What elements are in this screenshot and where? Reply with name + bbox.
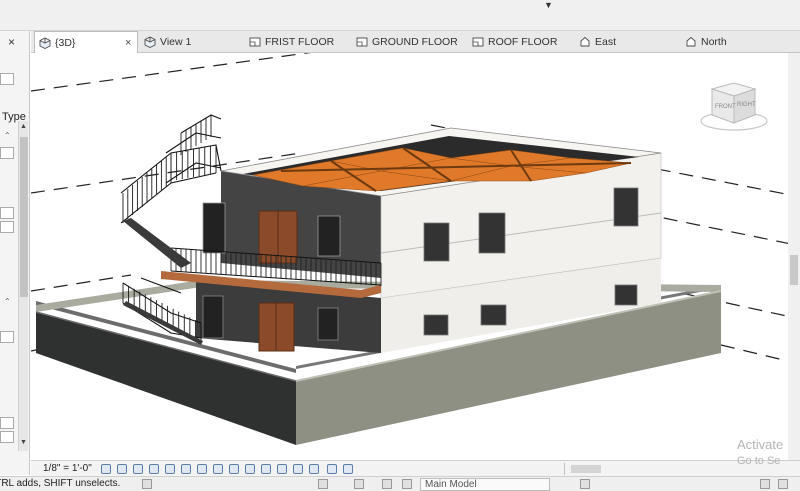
ribbon-expand-icon[interactable]: ▼ bbox=[544, 0, 553, 10]
tab-view-1[interactable]: View 1 bbox=[140, 31, 191, 53]
scroll-up-icon[interactable]: ▲ bbox=[20, 123, 27, 130]
lock-view-icon[interactable] bbox=[213, 464, 223, 474]
editable-only-icon[interactable] bbox=[382, 479, 392, 489]
hide-icon[interactable] bbox=[327, 464, 337, 474]
building-model: FRONT RIGHT bbox=[31, 53, 796, 445]
visual-style-icon[interactable] bbox=[117, 464, 127, 474]
workset-icon[interactable] bbox=[318, 479, 328, 489]
activation-watermark: Activate Go to Se bbox=[737, 436, 783, 470]
elevation-icon bbox=[686, 36, 696, 47]
properties-scrollbar[interactable]: ▲ ▼ bbox=[18, 121, 28, 451]
properties-panel: × Type ⌃ ⌃ ▲ ▼ bbox=[0, 31, 30, 475]
floor-plan-icon bbox=[356, 37, 368, 47]
3d-view-icon bbox=[39, 37, 51, 49]
floor-plan-icon bbox=[249, 37, 261, 47]
property-field[interactable] bbox=[0, 147, 14, 159]
worksharing-icon[interactable] bbox=[261, 464, 271, 474]
analytical-model-icon[interactable] bbox=[293, 464, 303, 474]
type-selector[interactable] bbox=[0, 73, 14, 85]
view-scale[interactable]: 1/8" = 1'-0" bbox=[43, 463, 92, 474]
svg-text:RIGHT: RIGHT bbox=[737, 102, 756, 108]
scrollbar-thumb[interactable] bbox=[790, 255, 798, 285]
constraints-icon[interactable] bbox=[309, 464, 319, 474]
tab-label: East bbox=[595, 36, 617, 48]
view-tabs: {3D} × View 1 FRIST FLOOR GROUND FLOOR R… bbox=[31, 31, 800, 53]
viewport-scrollbar[interactable] bbox=[788, 53, 800, 460]
scroll-down-icon[interactable]: ▼ bbox=[20, 439, 27, 446]
property-field[interactable] bbox=[0, 331, 14, 343]
property-field[interactable] bbox=[0, 417, 14, 429]
reveal-hidden-icon[interactable] bbox=[245, 464, 255, 474]
3d-viewport[interactable]: FRONT RIGHT bbox=[31, 53, 796, 460]
design-options-icon[interactable] bbox=[354, 479, 364, 489]
viewcube-icon: FRONT RIGHT bbox=[700, 82, 768, 131]
ribbon-bar: ▼ bbox=[0, 0, 800, 31]
status-hint: CTRL adds, SHIFT unselects. bbox=[0, 478, 121, 489]
tab-north[interactable]: North bbox=[681, 31, 727, 53]
select-underlay-icon[interactable] bbox=[778, 479, 788, 489]
tab-label: View 1 bbox=[160, 36, 192, 48]
filter-icon[interactable] bbox=[760, 479, 770, 489]
crop-view-icon[interactable] bbox=[181, 464, 191, 474]
property-field[interactable] bbox=[0, 431, 14, 443]
view-control-bar: 1/8" = 1'-0" bbox=[31, 460, 800, 476]
revit-window: ▼ × Type ⌃ ⌃ ▲ ▼ {3D} × View 1 FRIST FLO… bbox=[0, 0, 800, 491]
tab-ground-floor[interactable]: GROUND FLOOR bbox=[352, 31, 458, 53]
more-icon[interactable] bbox=[343, 464, 353, 474]
highlight-icon[interactable] bbox=[277, 464, 287, 474]
tab-roof-floor[interactable]: ROOF FLOOR bbox=[468, 31, 557, 53]
close-icon[interactable]: × bbox=[8, 35, 15, 49]
select-pinned-icon[interactable] bbox=[580, 479, 590, 489]
floor-plan-icon bbox=[472, 37, 484, 47]
divider bbox=[564, 463, 565, 475]
watermark-line: Go to Se bbox=[737, 455, 781, 467]
property-field[interactable] bbox=[0, 221, 14, 233]
tab-label: North bbox=[701, 36, 727, 48]
tab-label: FRIST FLOOR bbox=[265, 36, 335, 48]
property-field[interactable] bbox=[0, 207, 14, 219]
show-crop-icon[interactable] bbox=[197, 464, 207, 474]
tab-label: ROOF FLOOR bbox=[488, 36, 558, 48]
tab-label: GROUND FLOOR bbox=[372, 36, 458, 48]
selection-filter-icon[interactable] bbox=[142, 479, 152, 489]
model-selector[interactable]: Main Model bbox=[420, 478, 550, 491]
select-links-icon[interactable] bbox=[402, 479, 412, 489]
scrollbar-thumb[interactable] bbox=[20, 137, 28, 297]
close-icon[interactable]: × bbox=[125, 32, 131, 54]
rendering-icon[interactable] bbox=[165, 464, 175, 474]
temp-hide-icon[interactable] bbox=[229, 464, 239, 474]
collapse-icon[interactable]: ⌃ bbox=[4, 131, 11, 140]
detail-level-icon[interactable] bbox=[101, 464, 111, 474]
tab-label: {3D} bbox=[55, 37, 76, 49]
elevation-icon bbox=[580, 36, 590, 47]
horizontal-scrollbar-thumb[interactable] bbox=[571, 465, 601, 473]
status-bar: CTRL adds, SHIFT unselects. Main Model bbox=[0, 476, 800, 491]
svg-text:FRONT: FRONT bbox=[715, 104, 736, 110]
tab-3d[interactable]: {3D} × bbox=[34, 31, 138, 53]
collapse-icon[interactable]: ⌃ bbox=[4, 297, 11, 306]
sun-path-icon[interactable] bbox=[133, 464, 143, 474]
3d-view-icon bbox=[144, 36, 156, 48]
tab-east[interactable]: East bbox=[575, 31, 616, 53]
shadows-icon[interactable] bbox=[149, 464, 159, 474]
tab-frist-floor[interactable]: FRIST FLOOR bbox=[245, 31, 334, 53]
watermark-line: Activate bbox=[737, 437, 784, 452]
